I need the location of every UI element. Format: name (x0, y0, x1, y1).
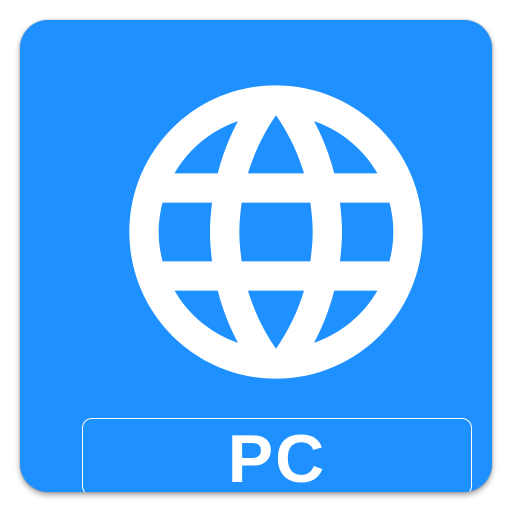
label-box: PC (82, 418, 472, 492)
icon-label: PC (227, 421, 327, 492)
globe-icon (129, 85, 423, 379)
app-icon-tile[interactable]: PC (20, 20, 492, 492)
